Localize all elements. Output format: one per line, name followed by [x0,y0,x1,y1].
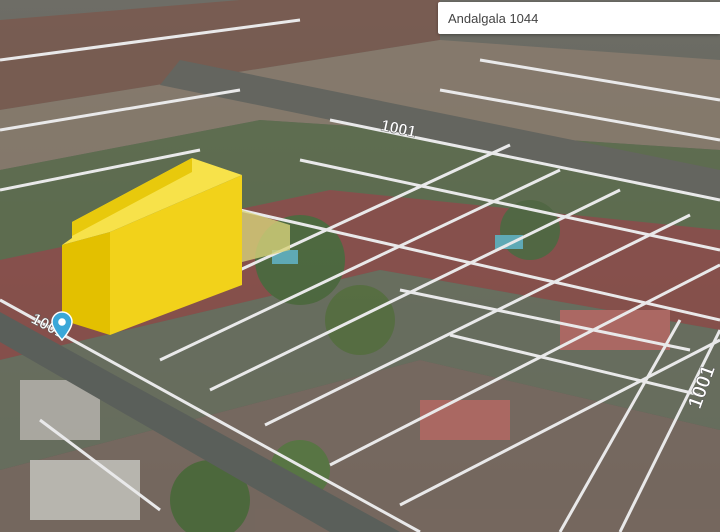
search-input[interactable]: Andalgala 1044 [448,11,538,26]
map-3d-view[interactable]: 1001 1001 1001 [0,0,720,532]
search-box[interactable]: Andalgala 1044 [438,2,720,34]
